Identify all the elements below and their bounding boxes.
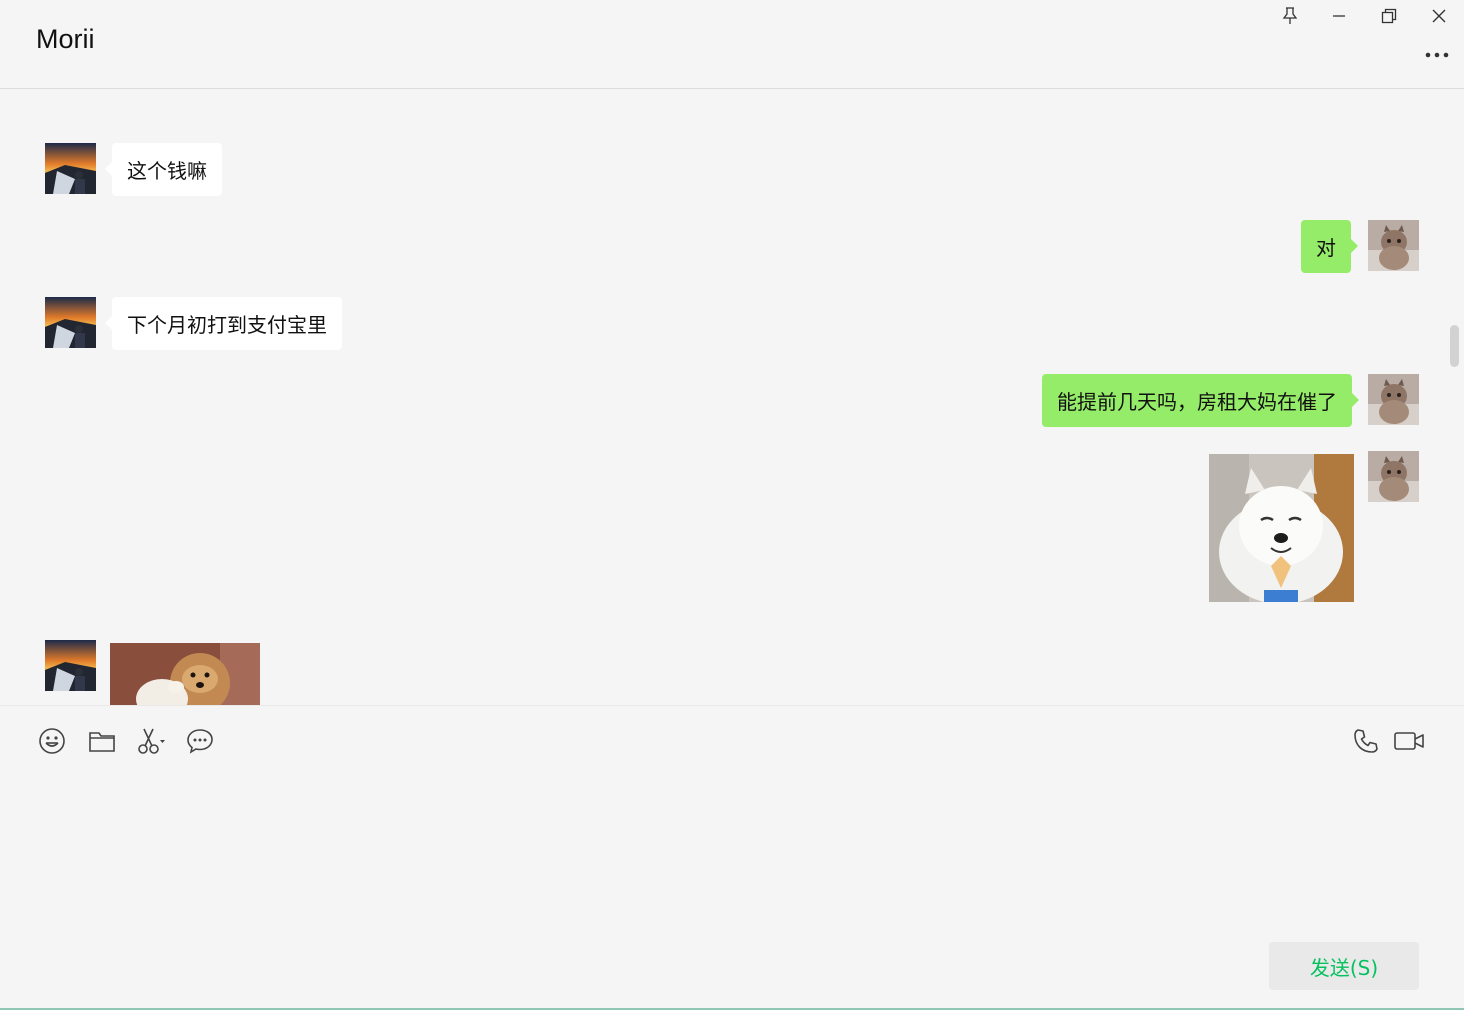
phone-icon[interactable] — [1351, 726, 1381, 756]
input-toolbar — [0, 705, 1464, 776]
more-icon[interactable] — [1424, 44, 1450, 66]
my-avatar[interactable] — [1368, 220, 1419, 271]
incoming-message-bubble[interactable]: 下个月初打到支付宝里 — [105, 297, 342, 350]
puppy-duck-sticker-image[interactable] — [110, 643, 260, 705]
message-input[interactable] — [20, 776, 1448, 940]
scissors-icon[interactable] — [137, 726, 167, 756]
minimize-icon[interactable] — [1325, 4, 1353, 28]
incoming-message-bubble[interactable]: 这个钱嘛 — [105, 143, 222, 196]
chat-title: Morii — [36, 24, 95, 54]
send-button[interactable]: 发送(S) — [1269, 942, 1419, 990]
folder-icon[interactable] — [87, 726, 117, 756]
message-text: 这个钱嘛 — [127, 159, 207, 183]
samoyed-sticker-image[interactable] — [1209, 454, 1354, 602]
emoji-icon[interactable] — [37, 726, 67, 756]
scrollbar-thumb[interactable] — [1450, 325, 1459, 367]
outgoing-message-bubble[interactable]: 能提前几天吗，房租大妈在催了 — [1042, 374, 1359, 427]
message-text: 能提前几天吗，房租大妈在催了 — [1057, 390, 1337, 414]
contact-avatar[interactable] — [45, 297, 96, 348]
pin-icon[interactable] — [1276, 4, 1304, 28]
contact-avatar[interactable] — [45, 143, 96, 194]
restore-icon[interactable] — [1375, 4, 1403, 28]
chat-bubble-icon[interactable] — [185, 726, 215, 756]
video-icon[interactable] — [1393, 726, 1425, 756]
contact-avatar[interactable] — [45, 640, 96, 691]
outgoing-message-bubble[interactable]: 对 — [1301, 220, 1358, 273]
chat-header: Morii — [0, 0, 1464, 89]
message-list[interactable]: 这个钱嘛 对 下个月初打到支付宝里 能提前几天吗，房租大妈在催了 — [0, 89, 1464, 705]
message-text: 对 — [1316, 236, 1336, 260]
close-icon[interactable] — [1425, 4, 1453, 28]
my-avatar[interactable] — [1368, 374, 1419, 425]
message-text: 下个月初打到支付宝里 — [127, 313, 327, 337]
my-avatar[interactable] — [1368, 451, 1419, 502]
